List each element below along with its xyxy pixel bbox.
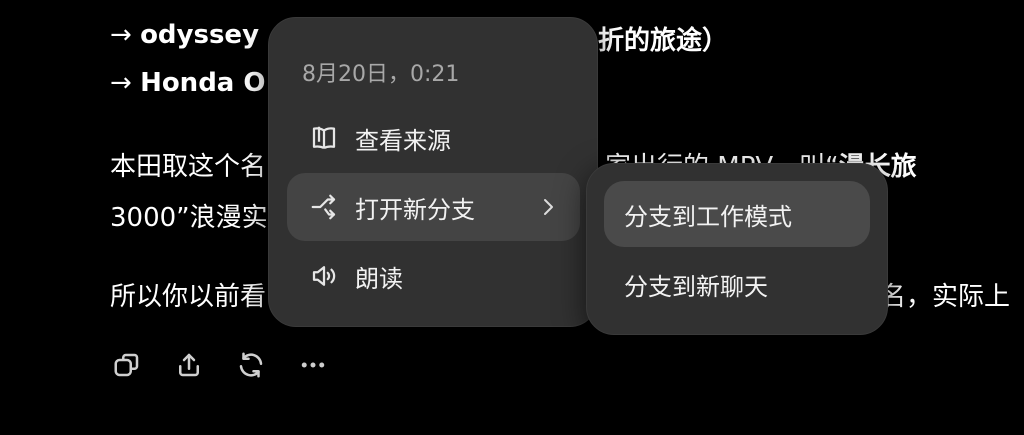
book-icon	[307, 121, 341, 155]
share-icon[interactable]	[172, 348, 206, 382]
copy-icon[interactable]	[110, 348, 144, 382]
answer-paragraph-3: 所以你以前看 名，实际上	[110, 282, 1011, 312]
branch-icon	[307, 190, 341, 224]
menu-item-label: 查看来源	[355, 126, 451, 155]
answer-paragraph-2: 3000”浪漫实	[110, 203, 268, 233]
answer-paragraph-1: 本田取这个名 家出行的 MPV，叫“漫长旅	[110, 146, 917, 183]
answer-line-honda: → Honda O	[110, 68, 266, 98]
message-timestamp: 8月20日，0:21	[302, 62, 460, 87]
submenu-item-branch-to-new-chat[interactable]: 分支到新聊天	[604, 251, 870, 317]
truncated-top-line	[110, 0, 119, 14]
chevron-right-icon	[538, 195, 558, 223]
branch-submenu: 分支到工作模式 分支到新聊天	[586, 163, 888, 335]
message-action-bar	[110, 348, 358, 382]
menu-item-read-aloud[interactable]: 朗读	[287, 242, 580, 310]
menu-item-view-sources[interactable]: 查看来源	[287, 104, 580, 172]
menu-item-label: 打开新分支	[355, 195, 475, 224]
more-icon[interactable]	[296, 348, 330, 382]
menu-item-label: 朗读	[355, 264, 403, 293]
submenu-item-branch-to-work-mode[interactable]: 分支到工作模式	[604, 181, 870, 247]
menu-item-open-branch[interactable]: 打开新分支	[287, 173, 580, 241]
regenerate-icon[interactable]	[234, 348, 268, 382]
speaker-icon	[307, 259, 341, 293]
answer-line-odyssey: → odyssey 折的旅途）	[110, 20, 729, 56]
message-context-menu: 8月20日，0:21 查看来源 打开新分支 朗读	[268, 17, 598, 327]
